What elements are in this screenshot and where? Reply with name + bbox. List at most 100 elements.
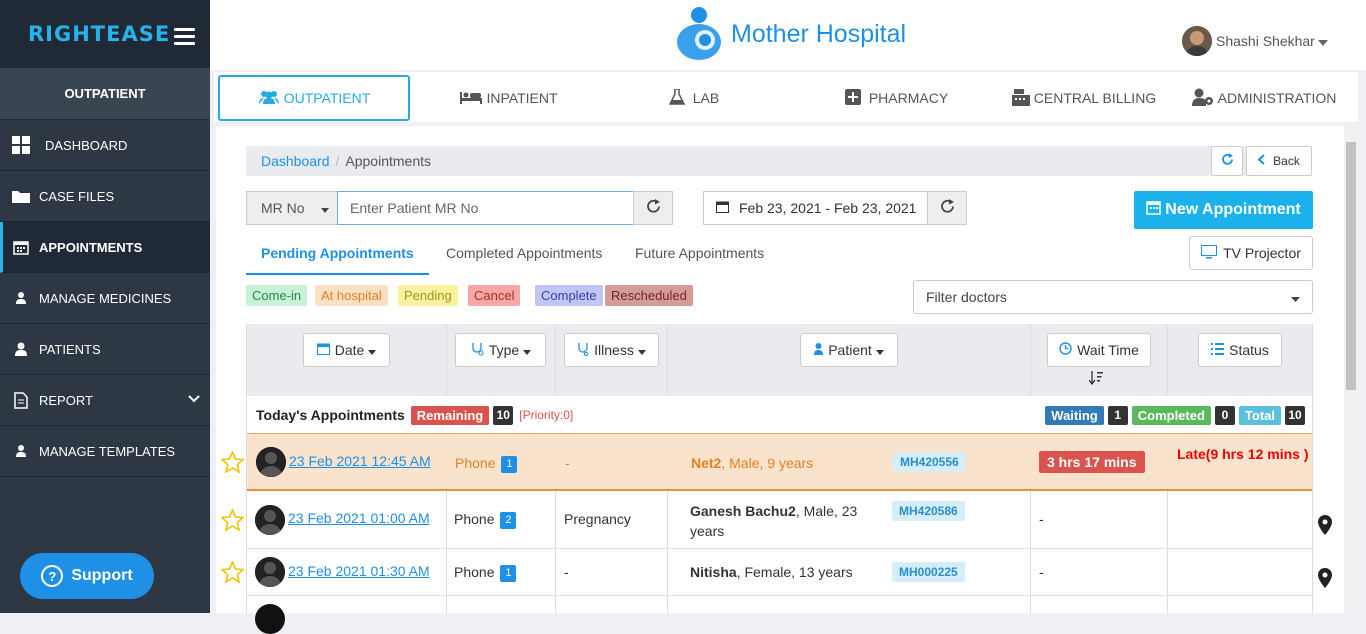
table-row[interactable]: [246, 596, 1313, 634]
search-type-select[interactable]: MR No: [246, 191, 338, 225]
new-appointment-button[interactable]: New Appointment: [1134, 191, 1313, 229]
users-icon: [258, 90, 280, 107]
mr-search-input[interactable]: [337, 191, 634, 225]
visit-number-badge: 2: [500, 511, 517, 529]
appointment-date-link[interactable]: 23 Feb 2021 01:30 AM: [288, 563, 430, 579]
sidebar-item-dashboard[interactable]: DASHBOARD: [0, 120, 210, 171]
today-summary: Today's Appointments Remaining 10 [Prior…: [246, 396, 1313, 434]
refresh-button[interactable]: [1211, 146, 1243, 176]
stethoscope-icon: [470, 342, 484, 359]
priority-label: [Priority:0]: [519, 408, 574, 422]
patient-details[interactable]: Net2, Male, 9 years: [691, 455, 813, 471]
mr-number-badge: MH420586: [892, 501, 965, 521]
illness: Pregnancy: [564, 511, 631, 527]
tab-administration[interactable]: ADMINISTRATION: [1189, 75, 1339, 121]
scrollbar[interactable]: [1344, 126, 1358, 613]
tab-central-billing[interactable]: CENTRAL BILLING: [994, 75, 1174, 121]
doctor-filter-placeholder: Filter doctors: [926, 289, 1007, 305]
illness-column-button[interactable]: Illness: [564, 333, 659, 367]
remaining-count: 10: [493, 405, 514, 425]
column-label: Type: [488, 342, 520, 358]
search-refresh-button[interactable]: [633, 191, 673, 225]
hospital-logo-icon: [675, 6, 723, 63]
date-refresh-button[interactable]: [927, 191, 967, 225]
tab-completed-appointments[interactable]: Completed Appointments: [446, 245, 602, 261]
star-icon[interactable]: [220, 507, 245, 534]
star-icon[interactable]: [220, 449, 245, 476]
type-text: Phone: [454, 564, 495, 580]
patient-name: Nitisha: [690, 564, 737, 580]
user-menu[interactable]: Shashi Shekhar: [1182, 26, 1328, 56]
date-range-picker[interactable]: Feb 23, 2021 - Feb 23, 2021: [703, 191, 928, 225]
table-row[interactable]: 23 Feb 2021 01:00 AM Phone 2 Pregnancy Ga…: [246, 491, 1313, 549]
sidebar-item-appointments[interactable]: APPOINTMENTS: [0, 222, 210, 273]
back-button[interactable]: Back: [1246, 146, 1312, 176]
tab-lab[interactable]: LAB: [629, 75, 759, 121]
doctor-filter-select[interactable]: Filter doctors: [913, 280, 1313, 314]
patient-name: Net2: [691, 455, 722, 471]
sidebar-item-label: MANAGE MEDICINES: [39, 290, 172, 306]
breadcrumb-dashboard[interactable]: Dashboard: [261, 153, 330, 169]
tab-future-appointments[interactable]: Future Appointments: [635, 245, 764, 261]
date-column-button[interactable]: Date: [303, 333, 390, 367]
star-icon[interactable]: [220, 559, 245, 586]
appointment-date-link[interactable]: 23 Feb 2021 01:00 AM: [288, 510, 430, 526]
table-row[interactable]: 23 Feb 2021 12:45 AM Phone 1 - Net2, Male…: [246, 433, 1313, 491]
tab-pharmacy[interactable]: PHARMACY: [814, 75, 979, 121]
plus-square-icon: [844, 88, 861, 108]
column-divider: [555, 324, 556, 396]
tab-pending-appointments[interactable]: Pending Appointments: [261, 245, 414, 261]
scrollbar-thumb[interactable]: [1346, 142, 1356, 390]
appointment-date-link[interactable]: 23 Feb 2021 12:45 AM: [289, 453, 431, 469]
sidebar-item-patients[interactable]: PATIENTS: [0, 324, 210, 375]
column-divider: [446, 491, 447, 613]
refresh-icon: [1221, 153, 1234, 169]
type-column-button[interactable]: Type: [455, 333, 546, 367]
map-marker-icon[interactable]: [1318, 568, 1332, 591]
column-divider: [667, 324, 668, 396]
completed-badge: Completed: [1131, 405, 1211, 425]
tv-projector-button[interactable]: TV Projector: [1189, 236, 1313, 270]
total-badge: Total: [1238, 405, 1281, 425]
caret-down-icon: [875, 342, 884, 358]
caret-down-icon: [637, 342, 646, 358]
user-cog-icon: [1191, 88, 1214, 109]
tab-outpatient[interactable]: OUTPATIENT: [218, 75, 410, 121]
status-column-button[interactable]: Status: [1198, 333, 1282, 367]
legend-badge-at-hospital: At hospital: [315, 285, 388, 306]
tab-inpatient[interactable]: INPATIENT: [419, 75, 599, 121]
patient-info: , Male, 9 years: [721, 455, 814, 471]
sort-descending-icon[interactable]: [1088, 371, 1103, 388]
brand-logo[interactable]: RIGHTEASE: [28, 22, 170, 46]
menu-toggle-icon[interactable]: [174, 28, 195, 45]
sidebar-item-label: PATIENTS: [39, 341, 101, 357]
support-button[interactable]: ? Support: [20, 553, 154, 599]
tab-label: PHARMACY: [868, 90, 949, 106]
waiting-badge: Waiting: [1045, 405, 1104, 425]
bed-icon: [460, 90, 483, 107]
patient-details[interactable]: Nitisha, Female, 13 years: [690, 564, 853, 580]
table-header: Date Type Illness Patient Wait Time Stat…: [246, 324, 1313, 396]
clock-icon: [1059, 342, 1072, 358]
table-row[interactable]: 23 Feb 2021 01:30 AM Phone 1 - Nitisha, F…: [246, 549, 1313, 596]
sidebar-item-report[interactable]: REPORT: [0, 375, 210, 426]
chevron-down-icon: [188, 391, 200, 406]
patient-column-button[interactable]: Patient: [800, 333, 898, 367]
sidebar-item-case-files[interactable]: CASE FILES: [0, 171, 210, 222]
completed-count: 0: [1214, 405, 1235, 425]
calendar-icon: [716, 200, 729, 216]
tab-label: INPATIENT: [486, 90, 558, 106]
map-marker-icon[interactable]: [1318, 515, 1332, 538]
column-label: Status: [1229, 342, 1269, 358]
avatar: [1182, 26, 1212, 56]
sidebar-item-label: REPORT: [39, 392, 93, 408]
wait-time-badge: 3 hrs 17 mins: [1039, 451, 1145, 473]
sidebar-item-manage-templates[interactable]: MANAGE TEMPLATES: [0, 426, 210, 477]
wait-time-column-button[interactable]: Wait Time: [1047, 333, 1151, 367]
column-divider: [1312, 324, 1313, 613]
patient-details[interactable]: Ganesh Bachu2, Male, 23 years: [690, 501, 880, 541]
illness: -: [564, 564, 569, 580]
sidebar-item-manage-medicines[interactable]: MANAGE MEDICINES: [0, 273, 210, 324]
user-icon: [10, 292, 32, 304]
patient-avatar: [255, 604, 285, 634]
